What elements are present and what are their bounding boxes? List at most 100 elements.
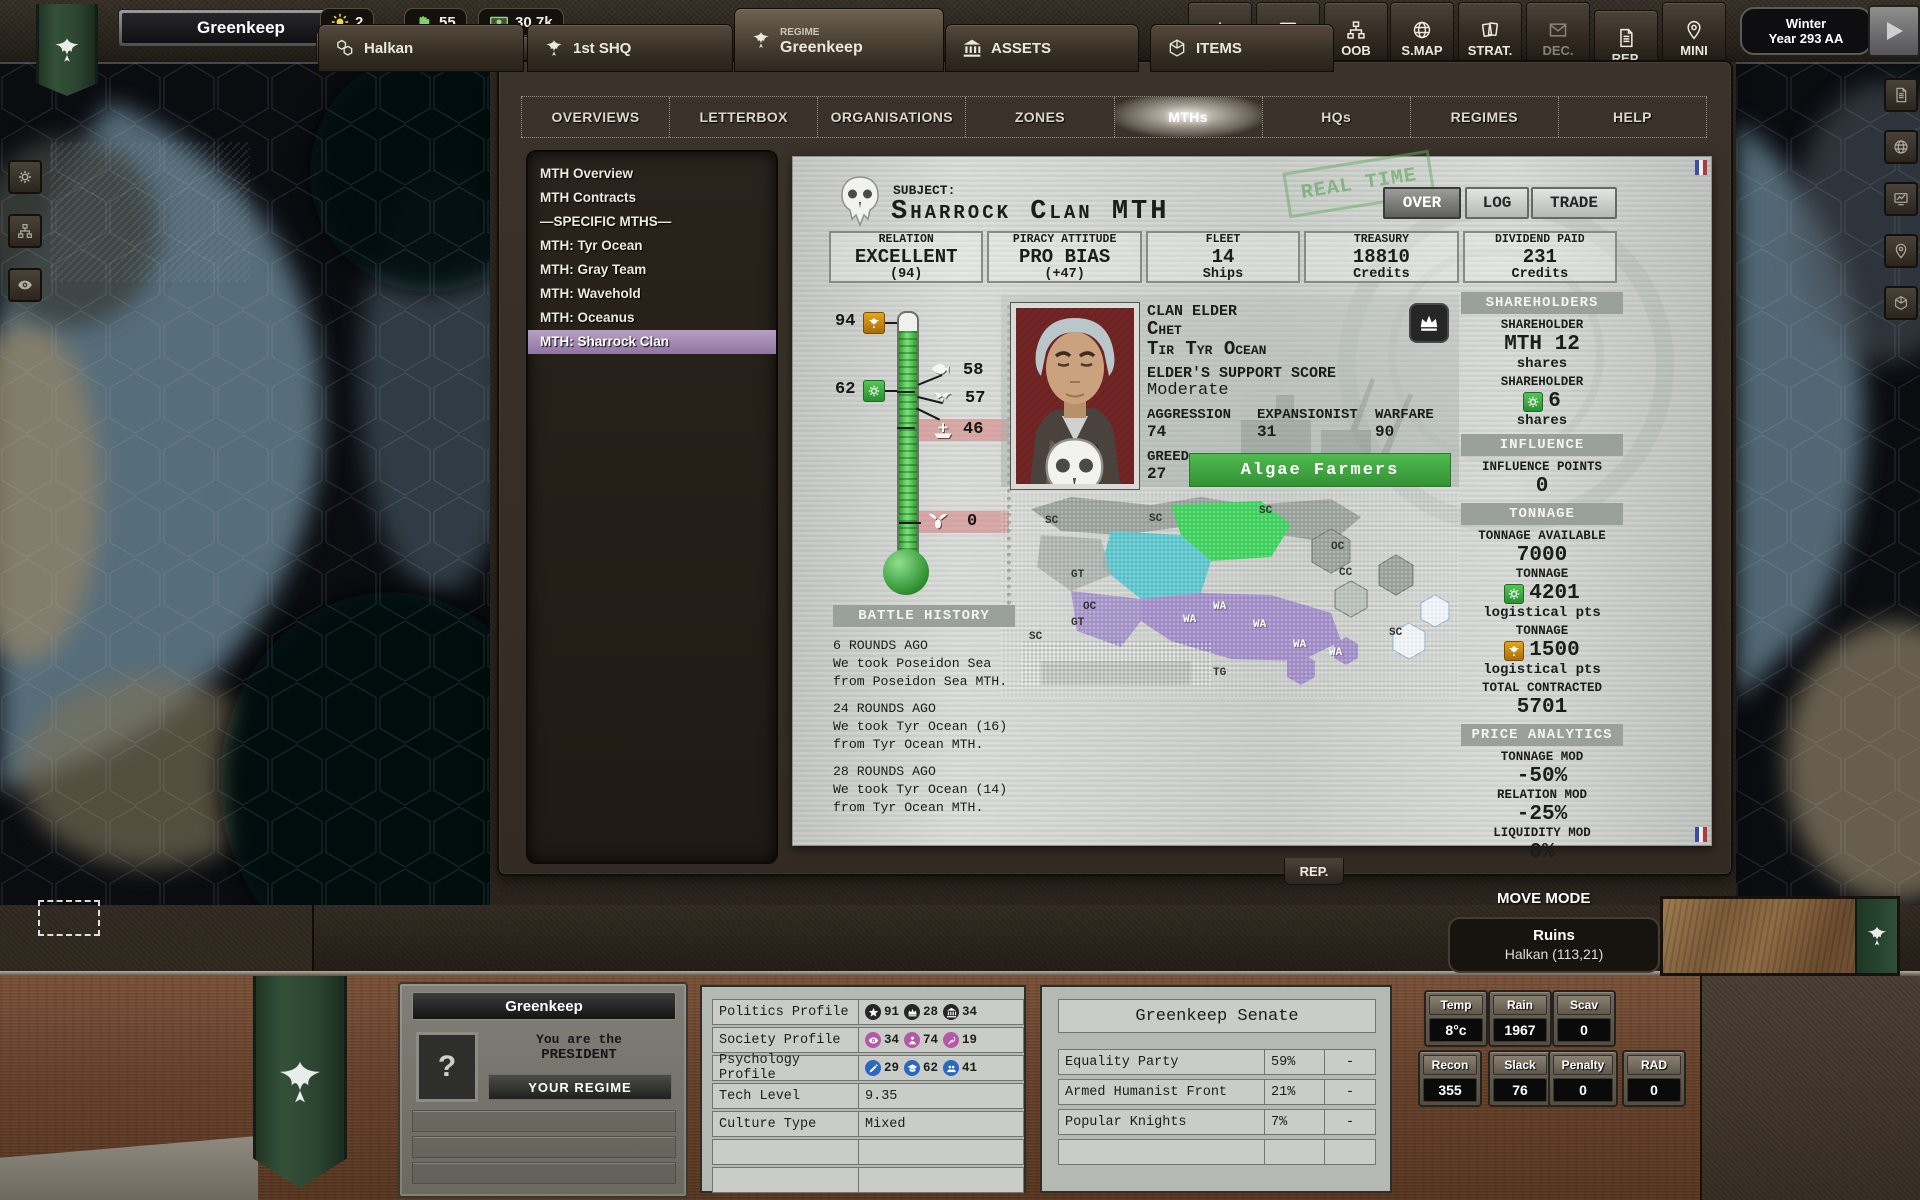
gear-icon — [1526, 395, 1540, 409]
tab-overviews[interactable]: OVERVIEWS — [521, 97, 669, 137]
bottom-tab-regime-greenkeep[interactable]: REGIMEGreenkeep — [734, 8, 944, 72]
bottom-tab-assets[interactable]: ASSETS — [945, 24, 1139, 72]
map-edge-button-org[interactable] — [8, 214, 42, 248]
game-screen: { "colors":{"accent_green":"#3fae49","se… — [0, 0, 1920, 1200]
map-edge-button-globe[interactable] — [1884, 130, 1918, 164]
faction-button[interactable]: Algae Farmers — [1189, 453, 1451, 487]
minimap-button[interactable]: MINI — [1662, 2, 1726, 63]
tile-preview[interactable] — [1660, 896, 1900, 976]
env-stat-scav: Scav0 — [1552, 990, 1616, 1047]
tonnage-mod-label: TONNAGE MOD — [1461, 750, 1623, 765]
over-view-button[interactable]: OVER — [1383, 187, 1461, 219]
map-region-label: SC — [1149, 513, 1162, 525]
stat-dividend-paid: DIVIDEND PAID231Credits — [1463, 231, 1617, 283]
bottom-tab-items[interactable]: ITEMS — [1150, 24, 1334, 72]
map-edge-button-eye[interactable] — [8, 268, 42, 302]
senate-title: Greenkeep Senate — [1058, 999, 1376, 1033]
elder-origin: Tir Tyr Ocean — [1147, 338, 1266, 360]
party-name: Equality Party — [1058, 1049, 1270, 1075]
tech-level-label: Tech Level — [712, 1083, 864, 1109]
total-contracted-value: 5701 — [1461, 696, 1623, 719]
tonnage-header: TONNAGE — [1461, 503, 1623, 525]
gear-badge-icon — [1504, 584, 1524, 604]
cube-icon — [1167, 38, 1187, 58]
tab-organisations[interactable]: ORGANISATIONS — [817, 97, 965, 137]
battle-history-entry: 6 ROUNDS AGOWe took Poseidon Seafrom Pos… — [833, 637, 1015, 691]
stat-piracy-attitude: PIRACY ATTITUDEPRO BIAS(+47) — [987, 231, 1141, 283]
tab-mths[interactable]: MTHs — [1114, 97, 1262, 137]
tab-regimes[interactable]: REGIMES — [1410, 97, 1558, 137]
shareholder-1-value: MTH 12 — [1461, 333, 1623, 356]
map-edge-button-gear[interactable] — [8, 160, 42, 194]
shareholder-2-value: 6 — [1461, 390, 1623, 413]
world-map-left[interactable] — [0, 62, 490, 907]
stratagems-button[interactable]: STRAT. — [1458, 2, 1522, 63]
map-edge-button-doc[interactable] — [1884, 78, 1918, 112]
elder-portrait — [1011, 303, 1139, 489]
sidebar-item-mth-sharrock-clan[interactable]: MTH: Sharrock Clan — [528, 330, 776, 354]
empty-row — [858, 1139, 1024, 1165]
bank-icon — [946, 1007, 957, 1018]
log-view-button[interactable]: LOG — [1465, 187, 1529, 219]
party-trend: - — [1324, 1109, 1376, 1135]
map-region-label: SC — [1045, 515, 1058, 527]
liquidity-mod-value: 0% — [1461, 841, 1623, 864]
empty-row — [712, 1167, 864, 1193]
sidebar-item-mth-tyr-ocean[interactable]: MTH: Tyr Ocean — [528, 234, 776, 258]
tab-letterbox[interactable]: LETTERBOX — [669, 97, 817, 137]
map-edge-button-chart[interactable] — [1884, 182, 1918, 216]
person-icon — [907, 1035, 918, 1046]
map-edge-button-pin[interactable] — [1884, 234, 1918, 268]
decisions-button[interactable]: DEC. — [1526, 2, 1590, 63]
location-name: Ruins — [1533, 927, 1575, 945]
tonnage-1-sub: logistical pts — [1461, 605, 1623, 621]
star-icon — [868, 1007, 879, 1018]
battle-history-entry: 28 ROUNDS AGOWe took Tyr Ocean (14)from … — [833, 763, 1015, 817]
map-pin-icon — [1684, 20, 1704, 40]
empty-slot — [412, 1136, 676, 1158]
map-selection-box — [38, 900, 100, 936]
bottom-tab-halkan[interactable]: Halkan — [318, 24, 524, 72]
tab-zones[interactable]: ZONES — [965, 97, 1113, 137]
map-pin-icon — [1893, 243, 1909, 259]
support-score-label: ELDER'S SUPPORT SCORE — [1147, 365, 1336, 382]
grad-cap-icon — [907, 1063, 918, 1074]
your-regime-button[interactable]: YOUR REGIME — [488, 1074, 672, 1100]
eye-icon — [868, 1035, 879, 1046]
tab-hqs[interactable]: HQs — [1262, 97, 1410, 137]
crown-icon — [907, 1007, 918, 1018]
society-profile-label: Society Profile — [712, 1027, 864, 1053]
sidebar-item-mth-gray-team[interactable]: MTH: Gray Team — [528, 258, 776, 282]
aggression-value: 74 — [1147, 423, 1166, 441]
regime-box-title: Greenkeep — [412, 992, 676, 1020]
move-mode-label: MOVE MODE — [1497, 890, 1590, 907]
regime-banner-bottom — [253, 976, 347, 1188]
location-plate: Ruins Halkan (113,21) — [1448, 917, 1660, 973]
sidebar-item-mth-overview[interactable]: MTH Overview — [528, 162, 776, 186]
env-stat-temp: Temp8°c — [1424, 990, 1488, 1047]
expansionist-label: EXPANSIONIST — [1257, 407, 1358, 423]
marker-46-value: 46 — [963, 420, 983, 439]
rep-tab-button[interactable]: REP. — [1284, 858, 1344, 885]
fly-icon — [923, 508, 953, 534]
panel-tab-bar: OVERVIEWS LETTERBOX ORGANISATIONS ZONES … — [521, 96, 1707, 138]
bank-icon — [962, 38, 982, 58]
sidebar-item-mth-contracts[interactable]: MTH Contracts — [528, 186, 776, 210]
tab-help[interactable]: HELP — [1558, 97, 1707, 137]
sidebar-item-mth-wavehold[interactable]: MTH: Wavehold — [528, 282, 776, 306]
strategic-map-button[interactable]: S.MAP — [1390, 2, 1454, 63]
gear-badge-icon — [863, 380, 885, 402]
aggression-label: AGGRESSION — [1147, 407, 1231, 423]
map-edge-button-cube[interactable] — [1884, 286, 1918, 320]
map-region-label: WA — [1329, 647, 1342, 659]
sidebar-item-mth-oceanus[interactable]: MTH: Oceanus — [528, 306, 776, 330]
bottom-tab-1st-shq[interactable]: 1st SHQ — [527, 24, 733, 72]
end-turn-button[interactable] — [1868, 5, 1920, 57]
shareholder-1-sub: shares — [1461, 356, 1623, 372]
gear-badge-icon — [1523, 392, 1543, 412]
trade-view-button[interactable]: TRADE — [1531, 187, 1617, 219]
pen-icon — [868, 1063, 879, 1074]
leader-portrait-placeholder[interactable]: ? — [416, 1032, 478, 1102]
cube-icon — [1893, 295, 1909, 311]
territory-map[interactable]: SC SC SC OC CC GT OC WA WA WA WA GT SC T… — [1001, 491, 1459, 697]
